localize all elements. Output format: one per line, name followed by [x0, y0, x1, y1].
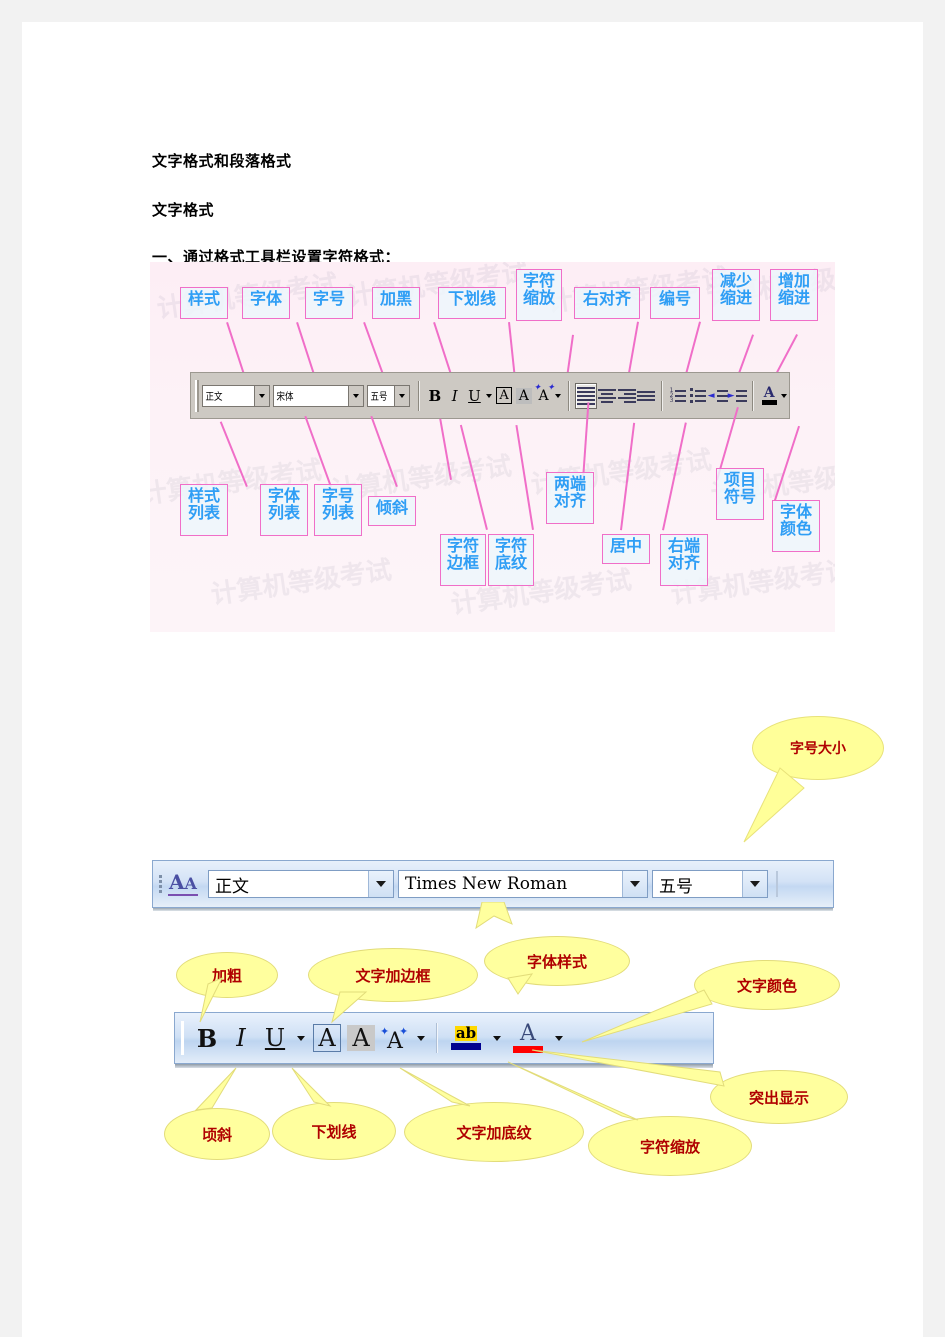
- leader-line: [370, 416, 398, 487]
- callout-font-color: 字体 颜色: [772, 500, 820, 552]
- leader-line: [620, 422, 635, 531]
- callout-bold: 加黑: [372, 287, 420, 319]
- toolbar-separator: [752, 380, 755, 411]
- style-select-value: 正文: [214, 876, 249, 897]
- format-toolbar-classic[interactable]: 正文 宋体 五号 B I U A A A ✦ ✦ 1 2 3 ◄ ► A: [190, 372, 790, 419]
- chevron-down-icon[interactable]: [367, 871, 393, 897]
- chevron-down-icon[interactable]: [741, 871, 767, 897]
- style-combo[interactable]: 正文: [202, 384, 271, 407]
- size-combo[interactable]: 五号: [367, 384, 411, 407]
- chevron-down-icon[interactable]: [348, 385, 363, 406]
- underline-dropdown-icon[interactable]: [484, 384, 494, 408]
- toolbar-grip[interactable]: [195, 379, 200, 412]
- callout-italic: 倾斜: [368, 496, 416, 526]
- callout-justify: 两端 对齐: [546, 472, 594, 524]
- toolbar-grip-dots[interactable]: [159, 875, 162, 893]
- toolbar-separator: [661, 380, 664, 411]
- numbering-button[interactable]: 123: [668, 384, 688, 408]
- callout-style: 样式: [180, 287, 228, 319]
- underline-button[interactable]: U: [465, 384, 485, 408]
- chevron-down-icon[interactable]: [254, 385, 270, 406]
- decrease-indent-button[interactable]: ◄: [708, 384, 728, 408]
- font-select[interactable]: Times New Roman: [397, 870, 648, 898]
- font-select-value: Times New Roman: [404, 874, 568, 894]
- character-shading-button[interactable]: A: [514, 384, 534, 408]
- callout-decrease-indent: 减少 缩进: [712, 269, 760, 321]
- align-justify-button[interactable]: [575, 382, 597, 409]
- document-page: 文字格式和段落格式 文字格式 一、通过格式工具栏设置字符格式： 计算机等级考试 …: [22, 22, 923, 1337]
- watermark-text: 计算机等级考试: [209, 555, 394, 611]
- leader-line: [515, 425, 534, 530]
- font-color-dropdown-icon[interactable]: [779, 384, 789, 408]
- callout-numbering: 编号: [650, 287, 700, 319]
- callout-char-shading: 字符 底纹: [488, 534, 534, 586]
- font-color-button[interactable]: A: [759, 384, 779, 408]
- leader-line: [662, 422, 687, 531]
- callout-font-list: 字体 列表: [260, 484, 308, 536]
- page-title: 文字格式和段落格式: [152, 152, 292, 170]
- callout-center: 居中: [602, 534, 650, 564]
- callout-bullets: 项目 符号: [716, 468, 764, 520]
- align-right-button[interactable]: [617, 384, 637, 408]
- size-combo-value: 五号: [370, 392, 388, 403]
- italic-button[interactable]: I: [445, 384, 465, 408]
- formatting-toolbar-styles[interactable]: AA 正文 Times New Roman 五号: [152, 860, 834, 911]
- toolbar-separator: [418, 380, 421, 411]
- style-combo-value: 正文: [205, 392, 223, 403]
- callout-size: 字号: [305, 287, 353, 319]
- leader-line: [304, 416, 332, 487]
- callout-size-list: 字号 列表: [314, 484, 362, 536]
- leader-line: [774, 425, 800, 501]
- leader-line: [774, 334, 798, 378]
- size-select-value: 五号: [658, 876, 693, 897]
- toolbar-separator: [568, 380, 571, 411]
- bullets-button[interactable]: [688, 384, 708, 408]
- font-combo[interactable]: 宋体: [273, 384, 364, 407]
- style-select[interactable]: 正文: [207, 870, 394, 898]
- figure-classic-format-toolbar: 计算机等级考试 计算机等级考试 计算机等级考试 计算机等级考试 计算机等级考试 …: [150, 262, 835, 632]
- align-center-button[interactable]: [597, 384, 617, 408]
- bubble-tail: [743, 767, 805, 843]
- callout-align-right2: 右端 对齐: [660, 534, 708, 586]
- font-combo-value: 宋体: [276, 392, 294, 403]
- callout-align-right: 右对齐: [574, 287, 640, 319]
- callout-char-border: 字符 边框: [440, 534, 486, 586]
- style-AA-icon[interactable]: AA: [168, 872, 198, 896]
- callout-underline: 下划线: [438, 287, 506, 319]
- callout-char-scale: 字符 缩放: [516, 269, 562, 321]
- toolbar-end-divider: [775, 871, 778, 897]
- size-select[interactable]: 五号: [651, 870, 768, 898]
- leader-line: [219, 421, 248, 487]
- character-border-button[interactable]: A: [494, 384, 514, 408]
- callout-font: 字体: [242, 287, 290, 319]
- callout-pointers: [194, 973, 725, 1121]
- bold-button[interactable]: B: [425, 384, 445, 408]
- leader-line: [459, 424, 488, 530]
- character-scale-button[interactable]: A ✦ ✦: [534, 383, 555, 408]
- chevron-down-icon[interactable]: [621, 871, 647, 897]
- chevron-down-icon[interactable]: [394, 385, 410, 406]
- callout-increase-indent: 增加 缩进: [770, 269, 818, 321]
- leader-line: [439, 418, 452, 480]
- character-scale-dropdown-icon[interactable]: [554, 384, 564, 408]
- increase-indent-button[interactable]: ►: [728, 384, 748, 408]
- line-spacing-button[interactable]: [637, 384, 657, 408]
- section-heading-text-format: 文字格式: [152, 201, 215, 219]
- callout-style-list: 样式 列表: [180, 484, 228, 536]
